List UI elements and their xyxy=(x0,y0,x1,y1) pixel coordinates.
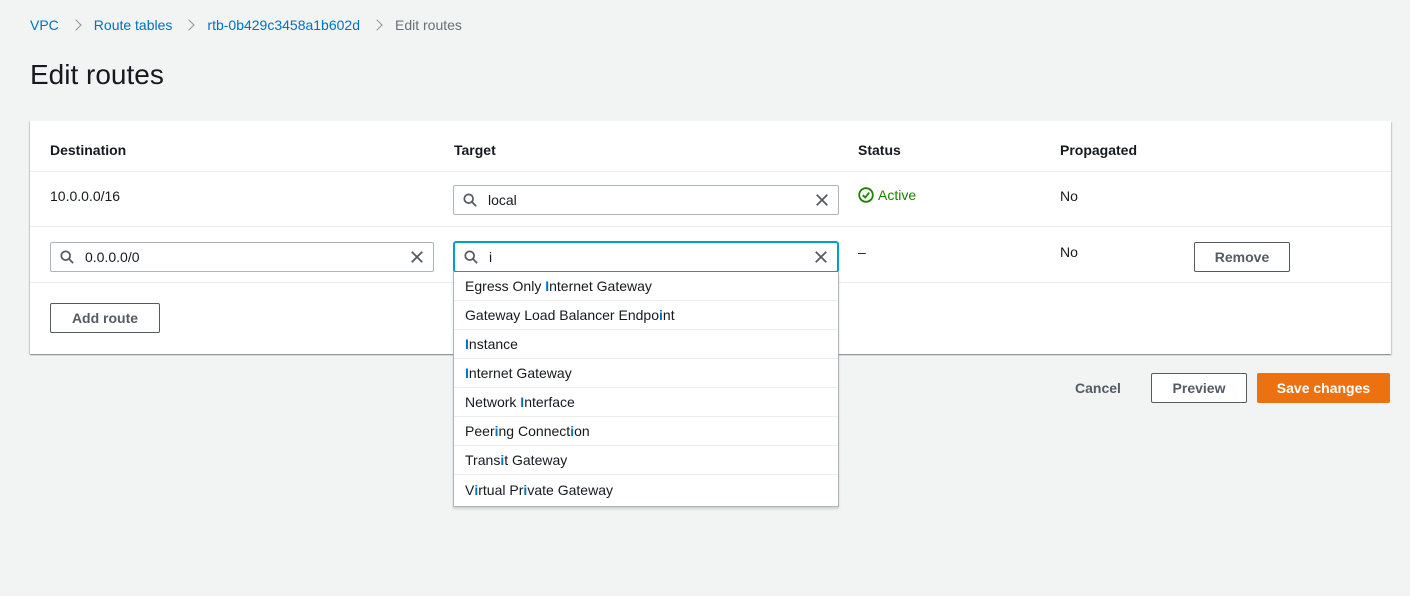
target-option[interactable]: Peer i ng Connect i on xyxy=(454,417,838,446)
route-destination-text: 10.0.0.0/16 xyxy=(50,188,121,204)
close-icon[interactable] xyxy=(410,250,424,264)
search-icon xyxy=(464,250,478,264)
chevron-right-icon xyxy=(183,19,196,31)
row-divider xyxy=(30,226,1391,227)
check-circle-icon xyxy=(858,187,874,203)
close-icon[interactable] xyxy=(814,250,828,264)
status-badge: Active xyxy=(858,187,916,203)
status-text: – xyxy=(858,244,866,260)
row-divider xyxy=(30,171,1391,172)
breadcrumb-current: Edit routes xyxy=(394,17,462,33)
target-option[interactable]: Instance xyxy=(454,330,838,359)
destination-input-row-2[interactable]: 0.0.0.0/0 xyxy=(50,242,434,272)
breadcrumb-route-tables[interactable]: Route tables xyxy=(94,17,173,33)
chevron-right-icon xyxy=(70,19,82,31)
column-header-target: Target xyxy=(454,142,496,158)
search-icon xyxy=(463,193,477,207)
target-option[interactable]: Internet Gateway xyxy=(454,359,838,388)
target-option[interactable]: Gateway Load Balancer Endpo i nt xyxy=(454,301,838,330)
column-header-propagated: Propagated xyxy=(1060,142,1138,158)
cancel-button[interactable]: Cancel xyxy=(1064,373,1132,403)
remove-route-button[interactable]: Remove xyxy=(1194,242,1290,272)
target-options-dropdown: Egress Only Internet Gateway Gateway Load… xyxy=(453,272,839,507)
target-option[interactable]: Trans i t Gateway xyxy=(454,446,838,475)
propagated-text: No xyxy=(1060,188,1078,204)
breadcrumb-vpc[interactable]: VPC xyxy=(30,17,59,33)
destination-input-value: 0.0.0.0/0 xyxy=(85,249,140,265)
propagated-text: No xyxy=(1060,244,1078,260)
target-option[interactable]: Network Interface xyxy=(454,388,838,417)
target-option[interactable]: Vi rtual Pr i vate Gateway xyxy=(454,475,838,504)
target-input-row-2[interactable]: i xyxy=(454,242,838,272)
breadcrumb-route-table-id[interactable]: rtb-0b429c3458a1b602d xyxy=(207,17,360,33)
target-input-value: local xyxy=(488,192,517,208)
target-option[interactable]: Egress Only Internet Gateway xyxy=(454,272,838,301)
column-header-destination: Destination xyxy=(50,142,127,158)
target-input-value: i xyxy=(489,249,493,265)
close-icon[interactable] xyxy=(815,193,829,207)
chevron-right-icon xyxy=(371,19,383,31)
status-text: Active xyxy=(878,187,917,203)
breadcrumb: VPC Route tables rtb-0b429c3458a1b602d E… xyxy=(30,16,462,34)
target-input-row-1[interactable]: local xyxy=(453,185,839,215)
preview-button[interactable]: Preview xyxy=(1151,373,1247,403)
column-header-status: Status xyxy=(858,142,901,158)
page-title: Edit routes xyxy=(30,59,164,90)
add-route-button[interactable]: Add route xyxy=(50,303,160,333)
save-changes-button[interactable]: Save changes xyxy=(1257,373,1390,403)
search-icon xyxy=(60,250,74,264)
